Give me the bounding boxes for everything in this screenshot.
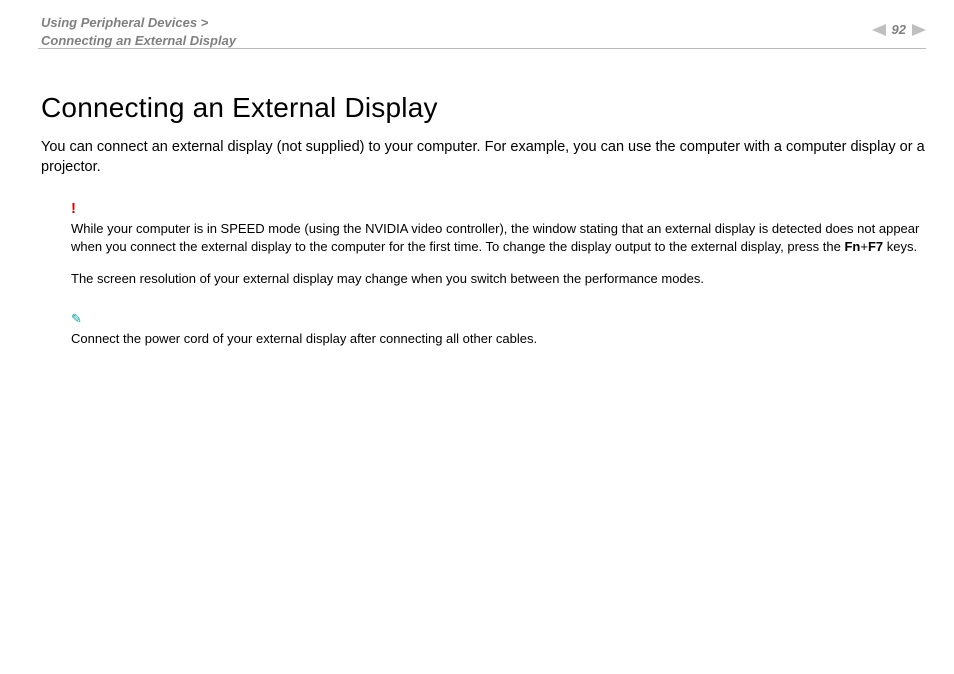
warning-text-1: While your computer is in SPEED mode (us… xyxy=(71,220,926,256)
breadcrumb-section: Using Peripheral Devices > xyxy=(41,15,208,30)
key-f7: F7 xyxy=(868,239,883,254)
next-page-icon[interactable] xyxy=(912,24,926,36)
tip-text: Connect the power cord of your external … xyxy=(71,330,926,348)
notes-block: ! While your computer is in SPEED mode (… xyxy=(71,199,926,347)
warn1-part-a: While your computer is in SPEED mode (us… xyxy=(71,221,919,254)
note-icon-row: ✎ xyxy=(71,310,926,328)
key-fn: Fn xyxy=(844,239,860,254)
page-number: 92 xyxy=(892,22,906,37)
key-plus: + xyxy=(860,239,868,254)
manual-page: Using Peripheral Devices > Connecting an… xyxy=(0,0,954,674)
breadcrumb-current: Connecting an External Display xyxy=(41,33,236,48)
prev-page-icon[interactable] xyxy=(872,24,886,36)
content-area: Connecting an External Display You can c… xyxy=(41,92,926,348)
header-divider xyxy=(38,48,926,49)
intro-paragraph: You can connect an external display (not… xyxy=(41,138,926,177)
breadcrumb: Using Peripheral Devices > Connecting an… xyxy=(41,14,236,49)
warning-text-2: The screen resolution of your external d… xyxy=(71,270,926,288)
warning-icon: ! xyxy=(71,199,926,220)
pencil-icon: ✎ xyxy=(71,311,82,326)
warn1-part-d: keys. xyxy=(883,239,917,254)
page-title: Connecting an External Display xyxy=(41,92,926,124)
page-nav: 92 xyxy=(872,22,926,37)
